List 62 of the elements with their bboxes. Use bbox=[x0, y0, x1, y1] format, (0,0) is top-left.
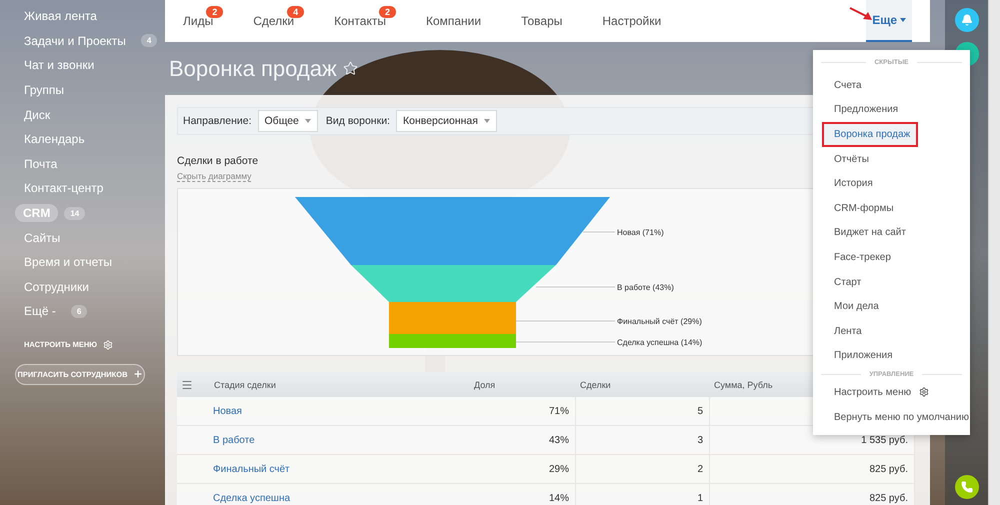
caret-icon bbox=[304, 119, 311, 123]
column-header[interactable]: Сделки bbox=[576, 372, 710, 397]
filter-label: Вид воронки: bbox=[326, 115, 390, 127]
table-cell: 3 bbox=[576, 426, 710, 454]
page-title: Воронка продаж bbox=[169, 56, 337, 82]
table-cell: 71% bbox=[470, 397, 576, 425]
count-badge: 6 bbox=[70, 304, 88, 318]
count-badge: 14 bbox=[64, 206, 86, 220]
count-badge: 2 bbox=[378, 6, 396, 18]
table-cell: 1 bbox=[576, 484, 710, 505]
segment-label: В работе (43%) bbox=[617, 283, 674, 292]
plus-icon bbox=[132, 369, 142, 380]
filter-label: Направление: bbox=[183, 115, 252, 127]
count-badge: 4 bbox=[140, 34, 158, 48]
nav-tab[interactable]: Настройки bbox=[602, 0, 662, 42]
arrow-icon bbox=[848, 6, 874, 22]
table-cell: 825 руб. bbox=[710, 455, 915, 483]
count-badge: 2 bbox=[206, 6, 224, 18]
nav-tab[interactable]: Товары bbox=[521, 0, 562, 42]
scrollbar[interactable] bbox=[988, 0, 1000, 505]
menu-item[interactable]: Предложения bbox=[813, 98, 970, 122]
segment-label: Новая (71%) bbox=[617, 228, 664, 237]
stage-link[interactable]: Сделка успешна bbox=[210, 484, 470, 505]
menu-item[interactable]: Face-трекер bbox=[813, 245, 970, 270]
menu-item[interactable]: CRM-формы bbox=[813, 196, 970, 221]
menu-icon[interactable] bbox=[181, 378, 193, 390]
star-icon[interactable] bbox=[342, 61, 358, 76]
nav-tab[interactable]: Компании bbox=[426, 0, 482, 42]
hide-chart-link[interactable]: Скрыть диаграмму bbox=[177, 171, 252, 182]
segment-label: Финальный счёт (29%) bbox=[617, 317, 702, 326]
segment-label: Сделка успешна (14%) bbox=[617, 338, 702, 347]
menu-item[interactable]: История bbox=[813, 171, 970, 196]
table-cell: 5 bbox=[576, 397, 710, 425]
table-cell: 43% bbox=[470, 426, 576, 454]
menu-item[interactable]: Воронка продаж bbox=[822, 122, 918, 147]
column-header[interactable]: Стадия сделки bbox=[210, 372, 470, 397]
table-cell: 2 bbox=[576, 455, 710, 483]
caret-icon bbox=[484, 119, 490, 123]
stage-link[interactable]: В работе bbox=[210, 426, 470, 454]
more-tab[interactable]: Еще bbox=[866, 0, 912, 42]
section-title: Сделки в работе bbox=[177, 155, 258, 167]
table-cell: 14% bbox=[470, 484, 576, 505]
stage-link[interactable]: Новая bbox=[210, 397, 470, 425]
filter-select[interactable]: Конверсионная bbox=[396, 110, 497, 132]
menu-item[interactable]: Лента bbox=[813, 318, 970, 344]
menu-item[interactable]: Приложения bbox=[813, 344, 970, 368]
stage-link[interactable]: Финальный счёт bbox=[210, 455, 470, 483]
gear-icon[interactable] bbox=[919, 387, 930, 398]
menu-item[interactable]: Счета bbox=[813, 73, 970, 98]
menu-item[interactable]: Мои дела bbox=[813, 294, 970, 319]
menu-item[interactable]: Отчёты bbox=[813, 146, 970, 172]
table-cell: 825 руб. bbox=[710, 484, 915, 505]
column-header[interactable]: Доля bbox=[470, 372, 576, 397]
menu-item[interactable]: Виджет на сайт bbox=[813, 220, 970, 246]
filter-select[interactable]: Общее bbox=[258, 110, 318, 132]
menu-item[interactable]: Настроить меню bbox=[813, 380, 970, 405]
bell-icon bbox=[960, 14, 972, 26]
caret-icon bbox=[900, 18, 906, 22]
menu-item[interactable]: Старт bbox=[813, 270, 970, 294]
phone-icon bbox=[960, 481, 972, 493]
table-cell: 29% bbox=[470, 455, 576, 483]
count-badge: 4 bbox=[287, 6, 304, 18]
